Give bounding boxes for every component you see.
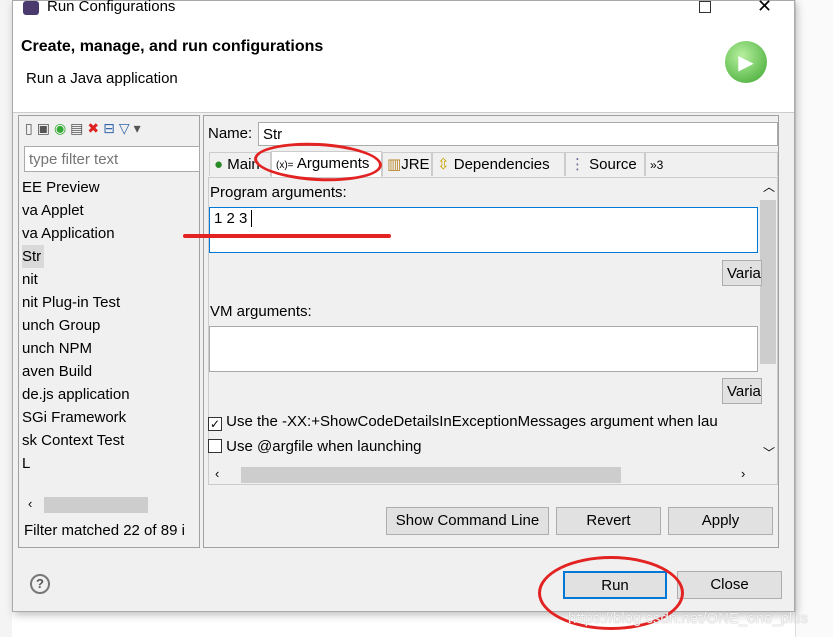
scroll-left-icon[interactable]: ‹ — [215, 466, 219, 481]
checkbox-unchecked[interactable] — [208, 439, 222, 453]
filter-status: Filter matched 22 of 89 i — [24, 522, 185, 539]
vertical-scrollbar[interactable]: ︿ ﹀ — [759, 178, 777, 468]
annotation-underline — [183, 234, 391, 238]
tree-item-selected[interactable]: Str — [22, 245, 45, 268]
revert-button[interactable]: Revert — [556, 507, 661, 535]
title-bar: Run Configurations ✕ — [13, 0, 794, 19]
dropdown-icon[interactable]: ▾ — [134, 120, 145, 136]
tab-source[interactable]: ⋮ Source — [565, 152, 645, 176]
vm-arguments-label: VM arguments: — [210, 303, 312, 320]
scroll-thumb[interactable] — [760, 200, 776, 364]
tab-jre[interactable]: ▥JRE — [382, 152, 432, 176]
scroll-thumb[interactable] — [241, 467, 621, 483]
apply-button[interactable]: Apply — [668, 507, 773, 535]
tree-item[interactable]: EE Preview — [22, 176, 100, 199]
vm-arguments-textarea[interactable] — [209, 326, 758, 372]
library-icon: ▥ — [387, 156, 402, 173]
header-subtitle: Run a Java application — [26, 70, 178, 87]
horizontal-scrollbar[interactable]: ‹ › — [209, 466, 759, 484]
delete-icon[interactable]: ✖ — [87, 120, 103, 136]
window-title: Run Configurations — [47, 0, 176, 15]
tree-item[interactable]: sk Context Test — [22, 429, 124, 452]
watermark: https://blog.csdn.net/ONE_one_plus — [568, 610, 809, 627]
program-arguments-textarea[interactable]: 1 2 3 — [209, 207, 758, 253]
filter-icon[interactable]: ▽ — [119, 120, 134, 136]
tree-horizontal-scrollbar[interactable]: ‹ — [22, 496, 198, 514]
tree-item[interactable]: SGi Framework — [22, 406, 126, 429]
scroll-up-icon[interactable]: ︿ — [763, 178, 775, 195]
main-class-icon: ● — [214, 156, 224, 173]
tree-item[interactable]: aven Build — [22, 360, 92, 383]
tree-item[interactable]: nit Plug-in Test — [22, 291, 120, 314]
maximize-button[interactable] — [699, 1, 711, 13]
toolbar: ▯▣◉▤✖⊟▽▾ — [25, 120, 145, 137]
tree-item[interactable]: va Application — [22, 222, 115, 245]
duplicate-icon[interactable]: ▤ — [70, 120, 87, 136]
tree-item[interactable]: va Applet — [22, 199, 84, 222]
program-variables-button[interactable]: Varia — [722, 260, 762, 286]
show-command-line-button[interactable]: Show Command Line — [386, 507, 549, 535]
name-label: Name: — [208, 125, 253, 142]
tree-item[interactable]: unch NPM — [22, 337, 92, 360]
text-cursor — [251, 210, 253, 227]
dependencies-icon: ⇳ — [437, 156, 450, 173]
collapse-all-icon[interactable]: ⊟ — [103, 120, 119, 136]
dialog-header: Create, manage, and run configurations R… — [13, 19, 794, 113]
new-config-icon[interactable]: ▯ — [25, 120, 37, 136]
scroll-thumb[interactable] — [44, 497, 148, 513]
tab-overflow[interactable]: »3 — [645, 152, 778, 176]
run-logo-icon: ▶ — [725, 41, 767, 83]
scroll-down-icon[interactable]: ﹀ — [763, 444, 775, 461]
tree-item[interactable]: nit — [22, 268, 38, 291]
scroll-right-icon[interactable]: › — [741, 466, 745, 481]
tree-item[interactable]: unch Group — [22, 314, 100, 337]
checkbox-checked[interactable]: ✓ — [208, 417, 222, 431]
background-editor-left — [0, 0, 12, 637]
help-icon[interactable]: ? — [30, 574, 50, 594]
tree-item[interactable]: L — [22, 452, 30, 475]
header-title: Create, manage, and run configurations — [21, 38, 324, 55]
close-window-button[interactable]: ✕ — [757, 0, 772, 17]
argfile-checkbox-row[interactable]: Use @argfile when launching — [208, 438, 422, 455]
source-icon: ⋮ — [570, 156, 585, 173]
program-arguments-label: Program arguments: — [210, 184, 347, 201]
background-editor-right — [795, 0, 833, 637]
scroll-left-icon[interactable]: ‹ — [28, 496, 32, 511]
tab-dependencies[interactable]: ⇳ Dependencies — [432, 152, 565, 176]
new-prototype-icon[interactable]: ▣ — [37, 120, 54, 136]
export-icon[interactable]: ◉ — [54, 120, 70, 136]
close-button[interactable]: Close — [677, 571, 782, 599]
show-code-details-checkbox-row[interactable]: ✓ Use the -XX:+ShowCodeDetailsInExceptio… — [208, 413, 758, 431]
vm-variables-button[interactable]: Varia — [722, 378, 762, 404]
name-input[interactable] — [258, 122, 778, 146]
filter-input[interactable] — [24, 146, 200, 172]
tree-item[interactable]: de.js application — [22, 383, 130, 406]
eclipse-gear-icon — [23, 1, 39, 15]
